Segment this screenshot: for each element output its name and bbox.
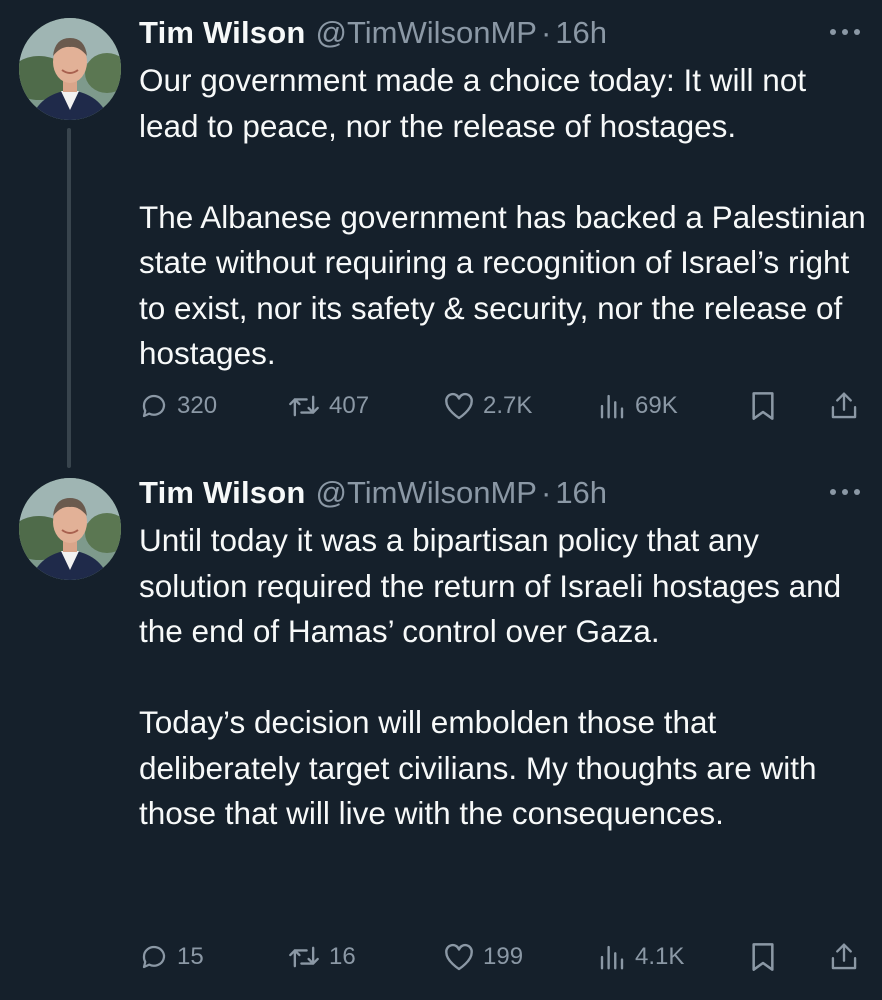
author-handle[interactable]: @TimWilsonMP [316, 473, 537, 513]
more-dots-icon[interactable] [830, 22, 860, 42]
repost-button[interactable]: 16 [287, 937, 356, 977]
views-count: 4.1K [635, 943, 685, 970]
avatar[interactable] [19, 18, 121, 120]
tweet[interactable]: Tim Wilson @TimWilsonMP · 16h Until toda… [0, 460, 882, 1000]
thread-connector-line [67, 128, 71, 468]
like-button[interactable]: 199 [443, 937, 523, 977]
author-name[interactable]: Tim Wilson [139, 13, 306, 53]
tweet-paragraph: Until today it was a bipartisan policy t… [139, 522, 842, 649]
reply-count: 15 [177, 943, 204, 970]
speech-bubble-icon [139, 391, 169, 421]
reply-button[interactable]: 15 [139, 937, 204, 977]
author-handle[interactable]: @TimWilsonMP [316, 13, 537, 53]
avatar[interactable] [19, 478, 121, 580]
repost-button[interactable]: 407 [287, 386, 369, 426]
views-count: 69K [635, 392, 678, 419]
timestamp[interactable]: 16h [555, 13, 607, 53]
like-button[interactable]: 2.7K [443, 386, 532, 426]
separator-dot: · [540, 475, 552, 510]
share-button[interactable] [829, 937, 859, 977]
tweet-header: Tim Wilson @TimWilsonMP · 16h [139, 13, 607, 53]
repost-arrows-icon [287, 391, 321, 421]
tweet[interactable]: Tim Wilson @TimWilsonMP · 16h Our govern… [0, 0, 882, 470]
tweet-text: Until today it was a bipartisan policy t… [139, 518, 874, 837]
speech-bubble-icon [139, 942, 169, 972]
bookmark-icon [749, 390, 777, 422]
repost-arrows-icon [287, 942, 321, 972]
heart-icon [443, 942, 475, 972]
share-upload-icon [829, 390, 859, 422]
like-count: 2.7K [483, 392, 533, 419]
timestamp[interactable]: 16h [555, 473, 607, 513]
tweet-header: Tim Wilson @TimWilsonMP · 16h [139, 473, 607, 513]
bookmark-button[interactable] [749, 937, 777, 977]
action-bar: 320 407 2.7K 69K [139, 386, 864, 426]
tweet-text: Our government made a choice today: It w… [139, 58, 874, 377]
tweet-paragraph: Today’s decision will embolden those tha… [139, 704, 817, 831]
repost-count: 16 [329, 943, 356, 970]
views-button[interactable]: 4.1K [597, 937, 684, 977]
reply-count: 320 [177, 392, 218, 419]
bar-chart-icon [597, 391, 627, 421]
share-button[interactable] [829, 386, 859, 426]
tweet-paragraph: The Albanese government has backed a Pal… [139, 198, 866, 372]
heart-icon [443, 391, 475, 421]
separator-dot: · [540, 15, 552, 50]
author-name[interactable]: Tim Wilson [139, 473, 306, 513]
tweet-paragraph: Our government made a choice today: It w… [139, 62, 807, 144]
bookmark-icon [749, 941, 777, 973]
action-bar: 15 16 199 4.1K [139, 937, 864, 977]
repost-count: 407 [329, 392, 370, 419]
reply-button[interactable]: 320 [139, 386, 217, 426]
bookmark-button[interactable] [749, 386, 777, 426]
share-upload-icon [829, 941, 859, 973]
more-dots-icon[interactable] [830, 482, 860, 502]
like-count: 199 [483, 943, 524, 970]
bar-chart-icon [597, 942, 627, 972]
views-button[interactable]: 69K [597, 386, 678, 426]
